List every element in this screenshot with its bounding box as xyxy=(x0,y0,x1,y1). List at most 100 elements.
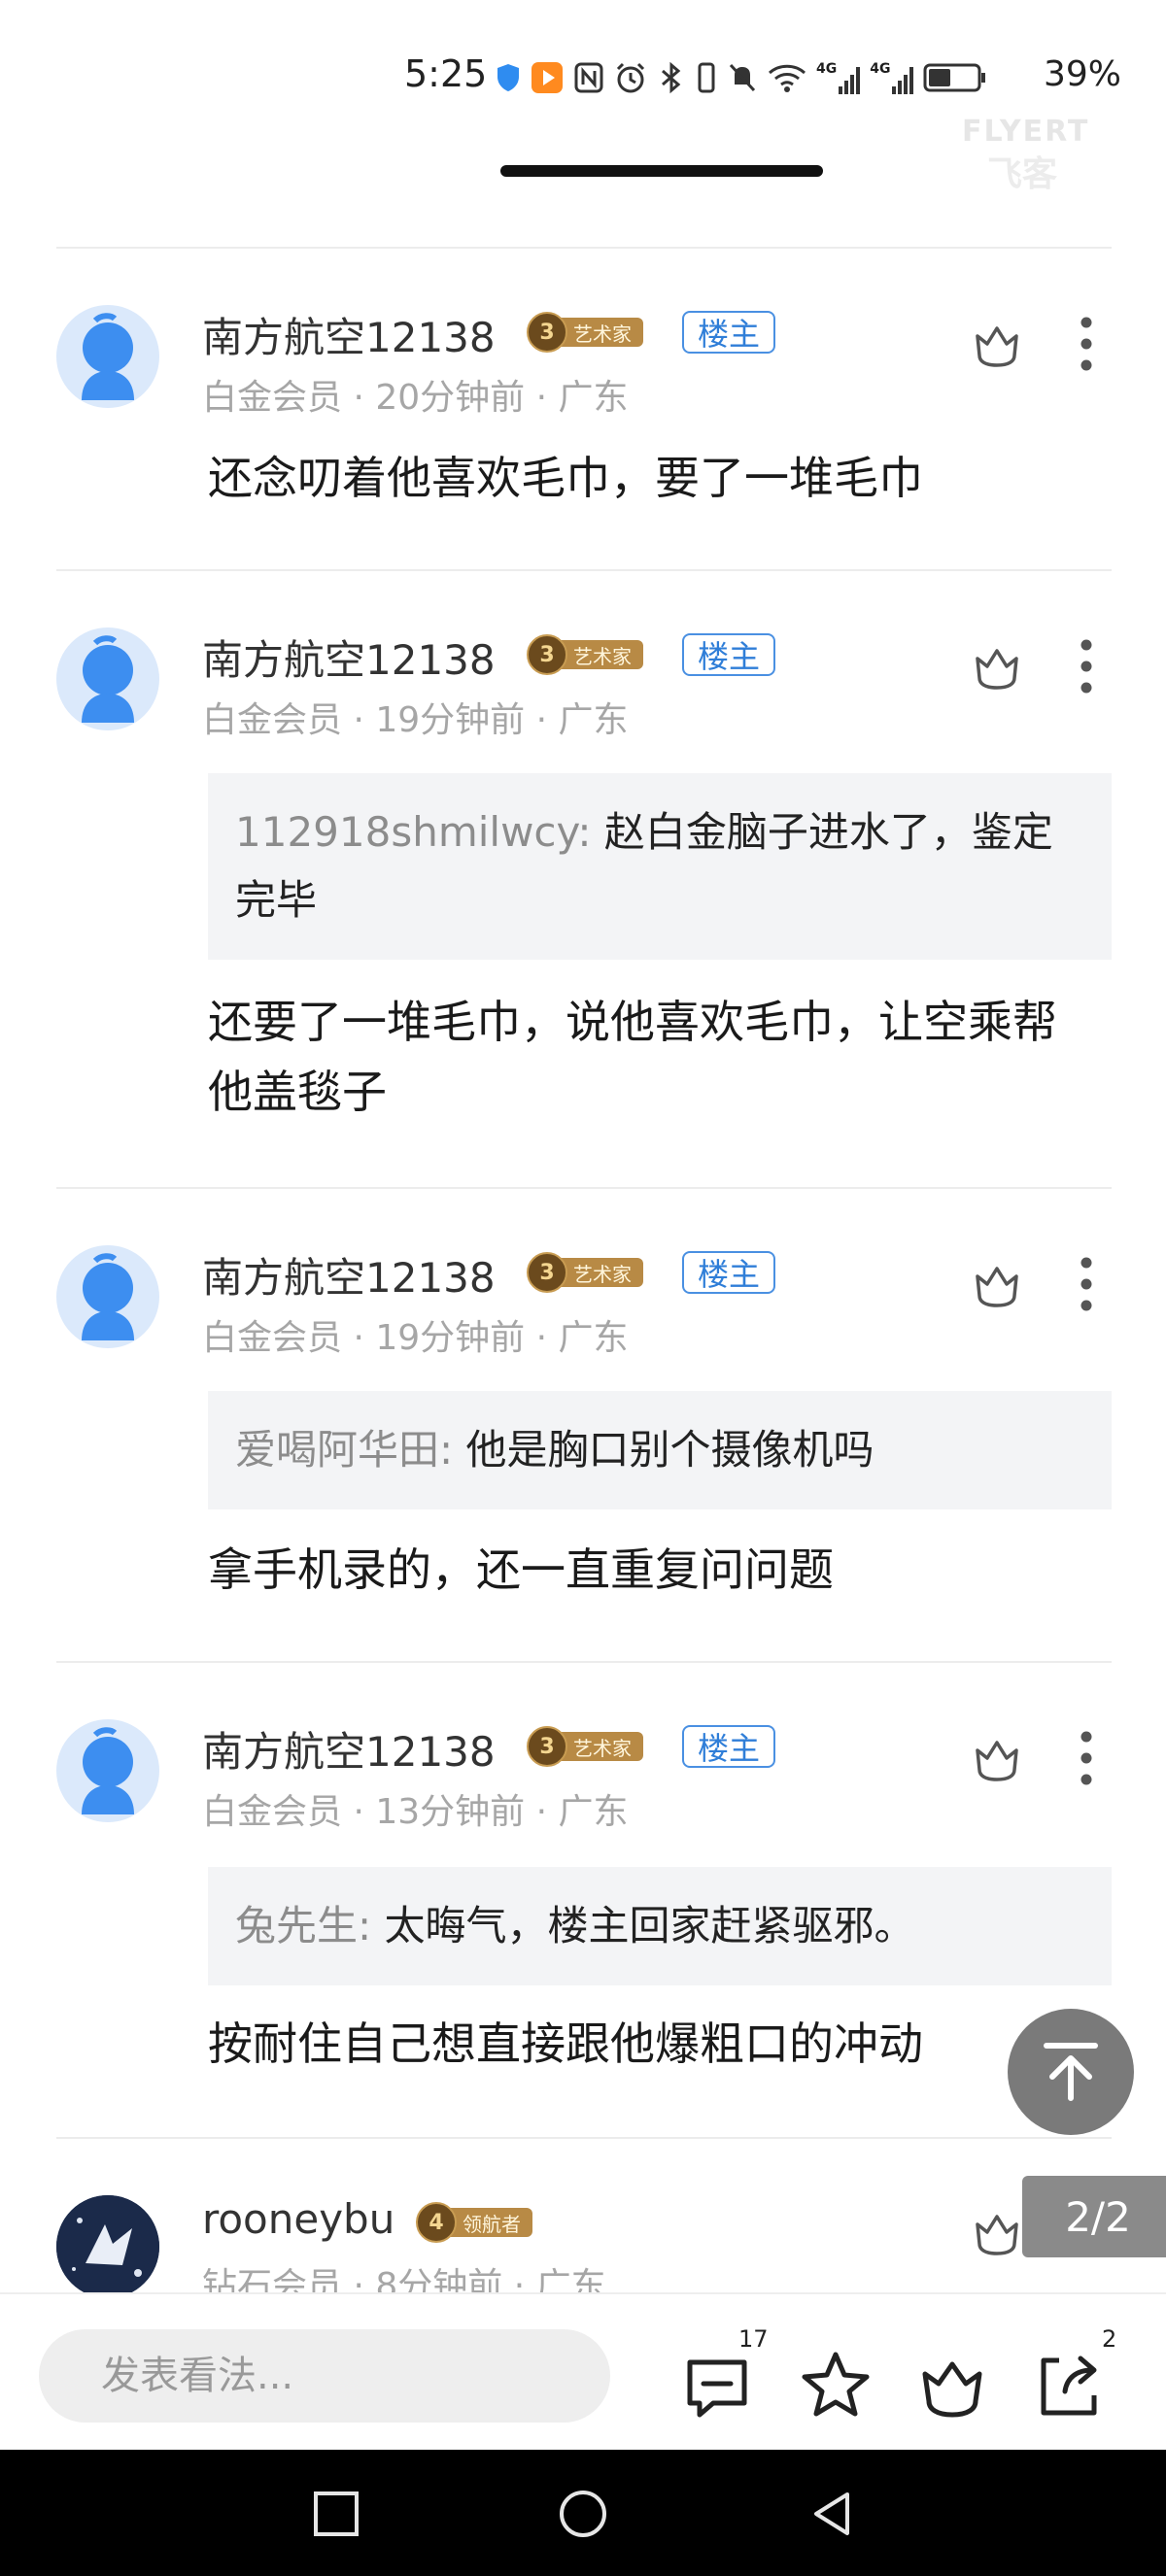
post-meta: 白金会员 · 19分钟前 · 广东 xyxy=(202,692,629,742)
username[interactable]: rooneybu xyxy=(202,2195,394,2243)
level-badge: 3 艺术家 xyxy=(527,1726,643,1767)
like-icon[interactable] xyxy=(970,2205,1024,2259)
more-options-icon[interactable] xyxy=(1069,1727,1104,1789)
quoted-username[interactable]: 爱喝阿华田: xyxy=(235,1426,453,1474)
username[interactable]: 南方航空12138 xyxy=(202,1245,496,1305)
quoted-username[interactable]: 112918shmilwcy: xyxy=(235,808,591,856)
watermark-logo-cn: 飞客 xyxy=(987,154,1058,194)
more-options-icon[interactable] xyxy=(1069,635,1104,697)
page-indicator[interactable]: 2/2 xyxy=(1022,2176,1166,2257)
quoted-reply[interactable]: 爱喝阿华田: 他是胸口别个摄像机吗 xyxy=(208,1391,1112,1509)
like-icon[interactable] xyxy=(915,2349,989,2423)
level-badge: 3 艺术家 xyxy=(527,634,643,675)
like-icon[interactable] xyxy=(970,317,1024,371)
drag-handle[interactable] xyxy=(500,165,823,177)
home-icon[interactable] xyxy=(558,2489,608,2539)
post-location: 广东 xyxy=(558,1318,629,1358)
avatar[interactable] xyxy=(56,1719,159,1822)
divider xyxy=(56,569,1112,571)
level-number: 3 xyxy=(527,1726,567,1767)
username[interactable]: 南方航空12138 xyxy=(202,1719,496,1779)
post-time: 19分钟前 xyxy=(375,700,526,740)
mute-bell-icon xyxy=(729,63,756,92)
share-count: 2 xyxy=(1102,2325,1117,2353)
share-icon[interactable] xyxy=(1032,2349,1106,2423)
battery-percentage: 39% xyxy=(1044,54,1122,94)
arrow-up-icon xyxy=(1044,2043,1098,2101)
comment-content: 按耐住自己想直接跟他爆粗口的冲动 xyxy=(208,2017,923,2070)
comment-content: 还念叨着他喜欢毛巾，要了一堆毛巾 xyxy=(208,452,923,504)
signal-bar xyxy=(904,75,909,94)
nfc-icon xyxy=(574,62,603,93)
avatar[interactable] xyxy=(56,627,159,730)
bottom-action-bar: 17 2 xyxy=(0,2292,1166,2452)
quoted-reply[interactable]: 兔先生: 太晦气，楼主回家赶紧驱邪。 xyxy=(208,1867,1112,1985)
level-badge: 4 领航者 xyxy=(416,2202,532,2243)
status-icons: 4G 4G xyxy=(496,56,987,99)
signal-bar xyxy=(839,86,843,94)
shield-icon xyxy=(497,64,519,91)
bluetooth-icon xyxy=(662,61,681,94)
level-number: 3 xyxy=(527,1252,567,1293)
favorite-star-icon[interactable] xyxy=(799,2349,873,2423)
post-meta: 白金会员 · 20分钟前 · 广东 xyxy=(202,369,629,420)
more-options-icon[interactable] xyxy=(1069,313,1104,375)
back-icon[interactable] xyxy=(806,2489,857,2539)
member-level: 白金会员 xyxy=(202,1792,343,1832)
meta-separator: · xyxy=(535,700,548,740)
post-location: 广东 xyxy=(558,700,629,740)
meta-separator: · xyxy=(535,1792,548,1832)
signal-2: 4G xyxy=(870,61,914,94)
meta-separator: · xyxy=(353,1318,364,1358)
username[interactable]: 南方航空12138 xyxy=(202,305,496,364)
signal-bar xyxy=(856,67,861,94)
quoted-username[interactable]: 兔先生: xyxy=(235,1902,371,1949)
network-type-2: 4G xyxy=(870,61,891,77)
post-location: 广东 xyxy=(558,378,629,418)
op-tag: 楼主 xyxy=(682,1251,776,1294)
op-tag: 楼主 xyxy=(682,311,776,354)
comment-input[interactable] xyxy=(39,2329,610,2423)
level-title: 艺术家 xyxy=(560,640,643,669)
comment-icon[interactable] xyxy=(680,2349,754,2423)
avatar-default-icon xyxy=(82,313,134,400)
watermark-logo: FLYERT xyxy=(962,115,1090,149)
like-icon[interactable] xyxy=(970,1257,1024,1311)
signal-bar xyxy=(909,67,914,94)
wifi-icon xyxy=(768,64,806,92)
avatar-default-icon xyxy=(82,1727,134,1814)
avatar[interactable] xyxy=(56,2195,159,2298)
post-location: 广东 xyxy=(558,1792,629,1832)
level-badge: 3 艺术家 xyxy=(527,1252,643,1293)
like-icon[interactable] xyxy=(970,639,1024,694)
status-bar: 5:25 4G 4G 39% FLYERT 飞客 xyxy=(0,0,1166,194)
status-time: 5:25 xyxy=(404,52,488,95)
signal-bar xyxy=(850,75,855,94)
meta-separator: · xyxy=(535,1318,548,1358)
meta-separator: · xyxy=(353,378,364,418)
meta-separator: · xyxy=(353,1792,364,1832)
divider xyxy=(56,247,1112,249)
signal-bar xyxy=(892,86,897,94)
battery-icon xyxy=(923,63,986,92)
member-level: 白金会员 xyxy=(202,378,343,418)
quoted-reply[interactable]: 112918shmilwcy: 赵白金脑子进水了，鉴定完毕 xyxy=(208,773,1112,960)
recent-apps-icon[interactable] xyxy=(311,2489,361,2539)
comment-count: 17 xyxy=(738,2325,769,2353)
more-options-icon[interactable] xyxy=(1069,1253,1104,1315)
avatar[interactable] xyxy=(56,1245,159,1348)
level-title: 艺术家 xyxy=(560,1258,643,1287)
post-time: 19分钟前 xyxy=(375,1318,526,1358)
comment-content: 还要了一堆毛巾，说他喜欢毛巾，让空乘帮他盖毯子 xyxy=(208,996,1057,1118)
post-time: 20分钟前 xyxy=(375,378,526,418)
avatar-photo-icon xyxy=(56,2195,159,2298)
username[interactable]: 南方航空12138 xyxy=(202,627,496,687)
level-badge: 3 艺术家 xyxy=(527,312,643,353)
comment-content: 拿手机录的，还一直重复问问题 xyxy=(208,1543,834,1596)
like-icon[interactable] xyxy=(970,1731,1024,1785)
avatar[interactable] xyxy=(56,305,159,408)
member-level: 白金会员 xyxy=(202,700,343,740)
back-to-top-button[interactable] xyxy=(1008,2009,1134,2135)
vibrate-icon xyxy=(698,62,715,93)
level-title: 领航者 xyxy=(449,2208,532,2237)
